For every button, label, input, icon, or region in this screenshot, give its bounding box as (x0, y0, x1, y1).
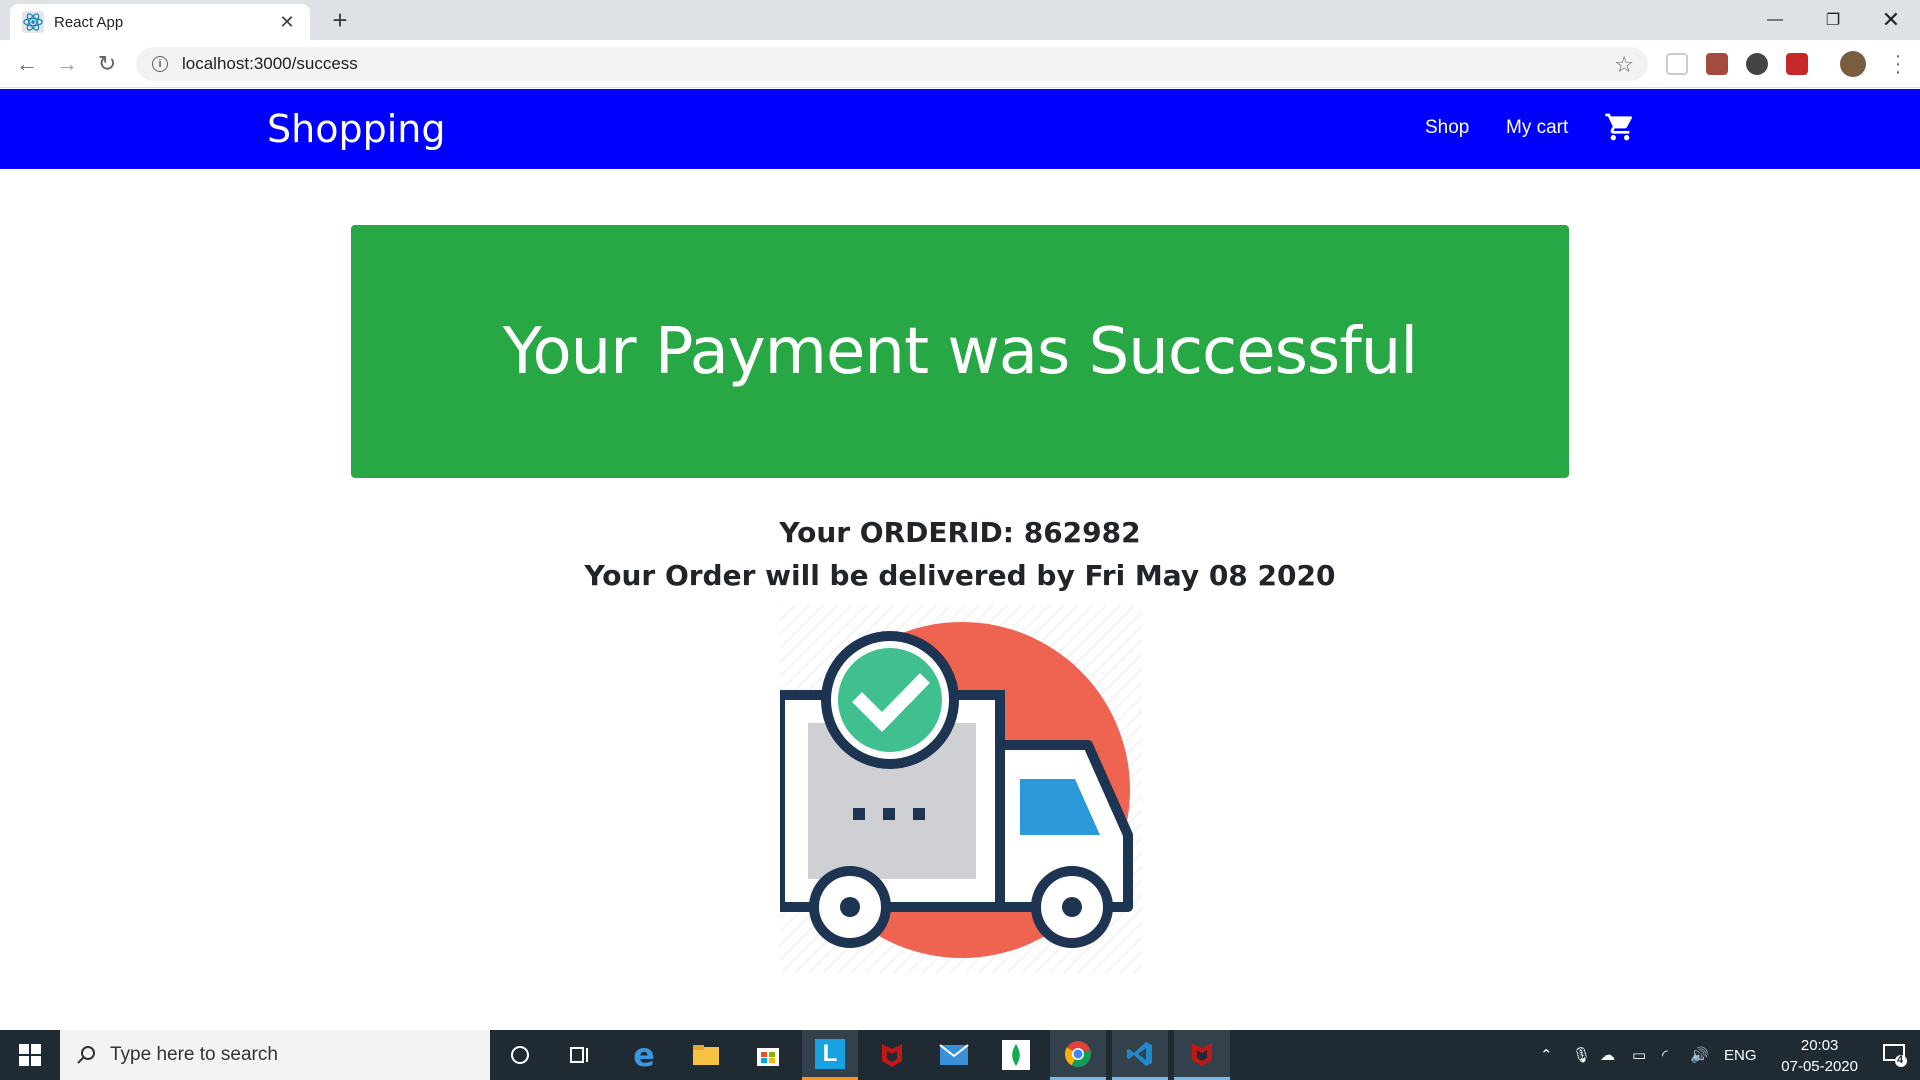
volume-icon[interactable]: 🔊 (1690, 1030, 1709, 1080)
task-view-icon[interactable] (552, 1030, 608, 1080)
pdf-extension-icon[interactable] (1706, 53, 1728, 75)
browser-toolbar: ← → ↻ i localhost:3000/success ☆ · · · (0, 40, 1920, 88)
delivery-date-text: Your Order will be delivered by Fri May … (584, 559, 1336, 592)
url-text: localhost:3000/success (182, 54, 358, 73)
banner-title: Your Payment was Successful (502, 314, 1418, 389)
bookmark-star-icon[interactable]: ☆ (1614, 52, 1634, 78)
mcafee-icon[interactable] (864, 1030, 920, 1080)
show-hidden-icons-chevron-icon[interactable]: ⌃ (1540, 1030, 1553, 1080)
payment-success-banner: Your Payment was Successful (351, 225, 1569, 478)
forward-arrow-icon[interactable]: → (52, 49, 82, 79)
new-tab-button[interactable]: + (325, 6, 355, 36)
security-extension-icon[interactable] (1786, 53, 1808, 75)
search-icon (77, 1046, 95, 1064)
wifi-icon[interactable]: ◜ (1662, 1030, 1668, 1080)
language-indicator[interactable]: ENG (1724, 1030, 1757, 1080)
chrome-icon[interactable] (1050, 1030, 1106, 1080)
onedrive-icon[interactable]: ☁ (1600, 1030, 1615, 1080)
taskbar-clock[interactable]: 20:03 07-05-2020 (1781, 1035, 1858, 1077)
taskbar-search-box[interactable]: Type here to search (60, 1030, 490, 1080)
windows-start-icon[interactable] (0, 1030, 60, 1080)
dark-mode-extension-icon[interactable] (1746, 53, 1768, 75)
shopping-cart-icon[interactable] (1604, 111, 1636, 143)
order-id-text: Your ORDERID: 862982 (779, 516, 1141, 549)
app-navbar: Shopping Shop My cart (0, 89, 1920, 169)
clock-time: 20:03 (1800, 1037, 1839, 1054)
app-l-icon[interactable]: L (802, 1030, 858, 1080)
mail-icon[interactable] (926, 1030, 982, 1080)
browser-menu-icon[interactable]: · · · (1894, 46, 1902, 82)
mongodb-compass-icon[interactable] (988, 1030, 1044, 1080)
browser-tab-strip: React App ✕ + ― ❐ ✕ (0, 0, 1920, 40)
pocket-extension-icon[interactable] (1666, 53, 1688, 75)
microsoft-store-icon[interactable] (740, 1030, 796, 1080)
browser-tab[interactable]: React App ✕ (10, 4, 310, 40)
vscode-icon[interactable] (1112, 1030, 1168, 1080)
back-arrow-icon[interactable]: ← (12, 49, 42, 79)
profile-avatar[interactable] (1840, 51, 1866, 77)
nav-link-my-cart[interactable]: My cart (1506, 117, 1568, 139)
minimize-icon[interactable]: ― (1746, 0, 1804, 40)
microphone-icon[interactable]: 🎙 (1572, 1030, 1591, 1080)
battery-icon[interactable]: ▭ (1632, 1030, 1646, 1080)
tab-title: React App (54, 13, 124, 31)
site-info-icon[interactable]: i (152, 56, 168, 72)
restore-icon[interactable]: ❐ (1804, 0, 1862, 40)
notification-count-badge: 4 (1897, 1054, 1904, 1066)
edge-browser-icon[interactable]: e (616, 1030, 672, 1080)
tab-close-icon[interactable]: ✕ (276, 12, 298, 33)
search-placeholder: Type here to search (110, 1044, 278, 1065)
mcafee-security-icon[interactable] (1174, 1030, 1230, 1080)
brand-title[interactable]: Shopping (267, 107, 445, 151)
file-explorer-icon[interactable] (678, 1030, 734, 1080)
address-bar[interactable]: i localhost:3000/success ☆ (136, 47, 1648, 81)
cortana-icon[interactable] (492, 1030, 548, 1080)
action-center-icon[interactable]: 4 (1882, 1042, 1908, 1068)
window-close-icon[interactable]: ✕ (1862, 0, 1920, 40)
clock-date: 07-05-2020 (1781, 1058, 1858, 1075)
reload-icon[interactable]: ↻ (92, 49, 122, 79)
windows-taskbar: Type here to search e L ⌃ 🎙 ☁ ▭ ◜ 🔊 ENG … (0, 1030, 1920, 1080)
nav-link-shop[interactable]: Shop (1425, 117, 1469, 139)
delivery-truck-check-icon (780, 605, 1142, 973)
react-logo-icon (22, 11, 44, 33)
